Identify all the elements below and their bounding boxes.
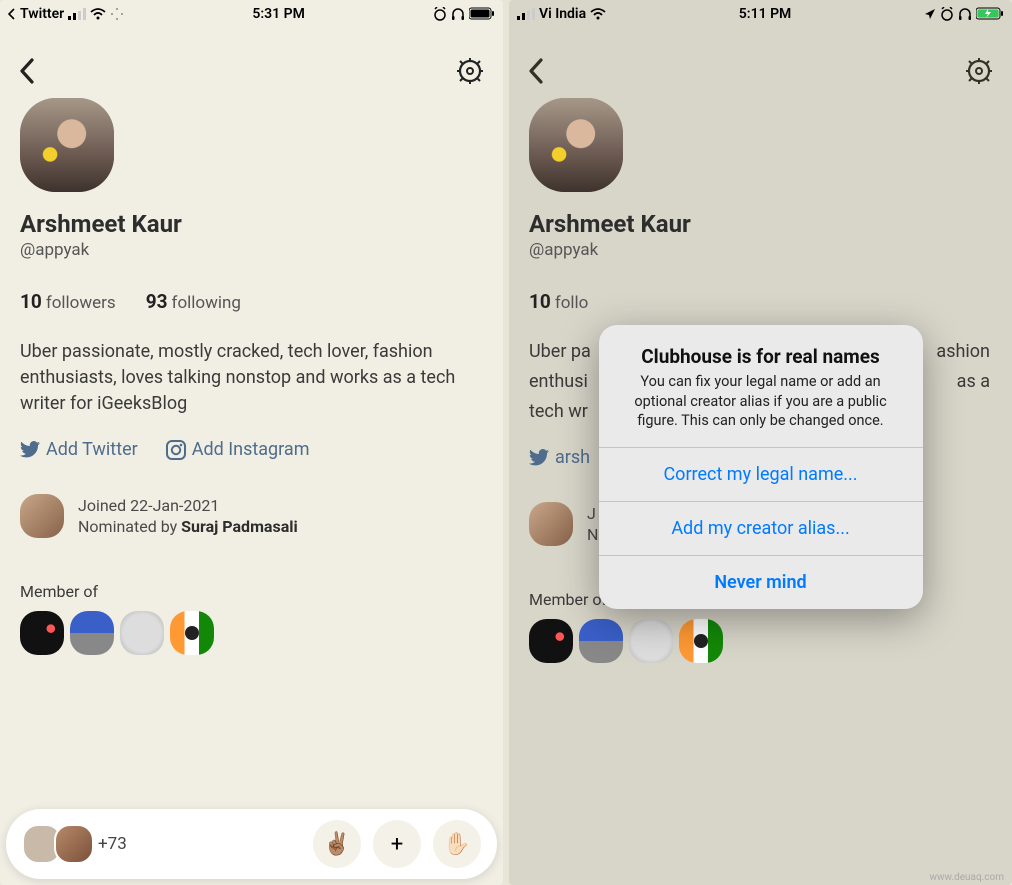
- location-icon: [924, 8, 936, 20]
- nominator-avatar: [529, 502, 573, 546]
- add-instagram-link[interactable]: Add Instagram: [166, 439, 310, 460]
- peace-button[interactable]: ✌🏽: [313, 820, 361, 868]
- chevron-left-icon: [18, 57, 36, 85]
- back-button[interactable]: [18, 57, 36, 89]
- nominated-text: J N: [587, 503, 598, 546]
- back-arrow-small-icon: [8, 8, 16, 20]
- headphones-icon: [451, 7, 465, 21]
- profile-name[interactable]: Arshmeet Kaur: [509, 192, 1012, 240]
- profile-handle[interactable]: @appyak: [0, 240, 503, 260]
- profile-avatar[interactable]: [529, 98, 623, 192]
- status-bar: Vi India 5:11 PM: [509, 0, 1012, 24]
- followers-stat[interactable]: 10followers: [20, 290, 116, 313]
- wifi-icon: [590, 8, 606, 20]
- settings-button[interactable]: [964, 56, 994, 90]
- nominated-text: Joined 22-Jan-2021 Nominated by Suraj Pa…: [78, 495, 298, 538]
- left-screenshot: Twitter 5:31 PM Arshmeet Kaur @appyak: [0, 0, 503, 885]
- nominator-avatar: [20, 494, 64, 538]
- profile-handle[interactable]: @appyak: [509, 240, 1012, 260]
- chevron-left-icon: [527, 57, 545, 85]
- battery-charging-icon: [976, 7, 1004, 20]
- nav-bar: [509, 24, 1012, 98]
- back-button[interactable]: [527, 57, 545, 89]
- never-mind-button[interactable]: Never mind: [599, 555, 923, 609]
- battery-icon: [469, 7, 495, 20]
- member-avatar: [54, 824, 94, 864]
- club-avatar[interactable]: [70, 611, 114, 655]
- alert-dialog: Clubhouse is for real names You can fix …: [599, 325, 923, 609]
- gear-icon: [455, 56, 485, 86]
- gear-icon: [964, 56, 994, 86]
- loading-icon: [110, 7, 124, 21]
- member-of-section: Member of: [0, 538, 503, 655]
- club-avatar[interactable]: [629, 619, 673, 663]
- signal-icon: [68, 8, 86, 20]
- club-avatar[interactable]: [120, 611, 164, 655]
- twitter-icon: [20, 441, 40, 459]
- add-creator-alias-button[interactable]: Add my creator alias...: [599, 501, 923, 555]
- bio-text: Uber passionate, mostly cracked, tech lo…: [0, 313, 503, 417]
- profile-name[interactable]: Arshmeet Kaur: [0, 192, 503, 240]
- twitter-icon: [529, 449, 549, 467]
- time-label: 5:11 PM: [739, 6, 792, 22]
- raise-hand-button[interactable]: ✋🏻: [433, 820, 481, 868]
- alarm-icon: [433, 7, 447, 21]
- bottom-bar: +73 ✌🏽 + ✋🏻: [6, 809, 497, 879]
- instagram-icon: [166, 440, 186, 460]
- club-avatar[interactable]: [529, 619, 573, 663]
- room-members-preview[interactable]: +73: [22, 824, 127, 864]
- following-stat[interactable]: 93following: [146, 290, 241, 313]
- club-avatar[interactable]: [679, 619, 723, 663]
- status-bar: Twitter 5:31 PM: [0, 0, 503, 24]
- plus-button[interactable]: +: [373, 820, 421, 868]
- alert-body: You can fix your legal name or add an op…: [599, 372, 923, 447]
- member-of-label: Member of: [20, 582, 483, 601]
- headphones-icon: [958, 7, 972, 21]
- twitter-handle[interactable]: arsh: [529, 447, 590, 468]
- club-avatar[interactable]: [170, 611, 214, 655]
- time-label: 5:31 PM: [252, 6, 305, 22]
- alert-title: Clubhouse is for real names: [599, 325, 923, 372]
- stats-row: 10followers 93following: [0, 260, 503, 313]
- wifi-icon: [90, 8, 106, 20]
- club-avatar[interactable]: [20, 611, 64, 655]
- correct-legal-name-button[interactable]: Correct my legal name...: [599, 447, 923, 501]
- carrier-label: Twitter: [20, 6, 64, 22]
- nominated-row[interactable]: Joined 22-Jan-2021 Nominated by Suraj Pa…: [0, 460, 503, 538]
- followers-stat[interactable]: 10follo: [529, 290, 588, 313]
- profile-avatar[interactable]: [20, 98, 114, 192]
- club-avatar[interactable]: [579, 619, 623, 663]
- stats-row: 10follo: [509, 260, 1012, 313]
- settings-button[interactable]: [455, 56, 485, 90]
- add-twitter-link[interactable]: Add Twitter: [20, 439, 138, 460]
- alarm-icon: [940, 7, 954, 21]
- right-screenshot: Vi India 5:11 PM Arshmeet Kaur @appyak: [509, 0, 1012, 885]
- nav-bar: [0, 24, 503, 98]
- carrier-label: Vi India: [539, 6, 586, 22]
- signal-icon: [517, 8, 535, 20]
- extra-count: +73: [98, 834, 127, 854]
- watermark: www.deuaq.com: [930, 872, 1005, 883]
